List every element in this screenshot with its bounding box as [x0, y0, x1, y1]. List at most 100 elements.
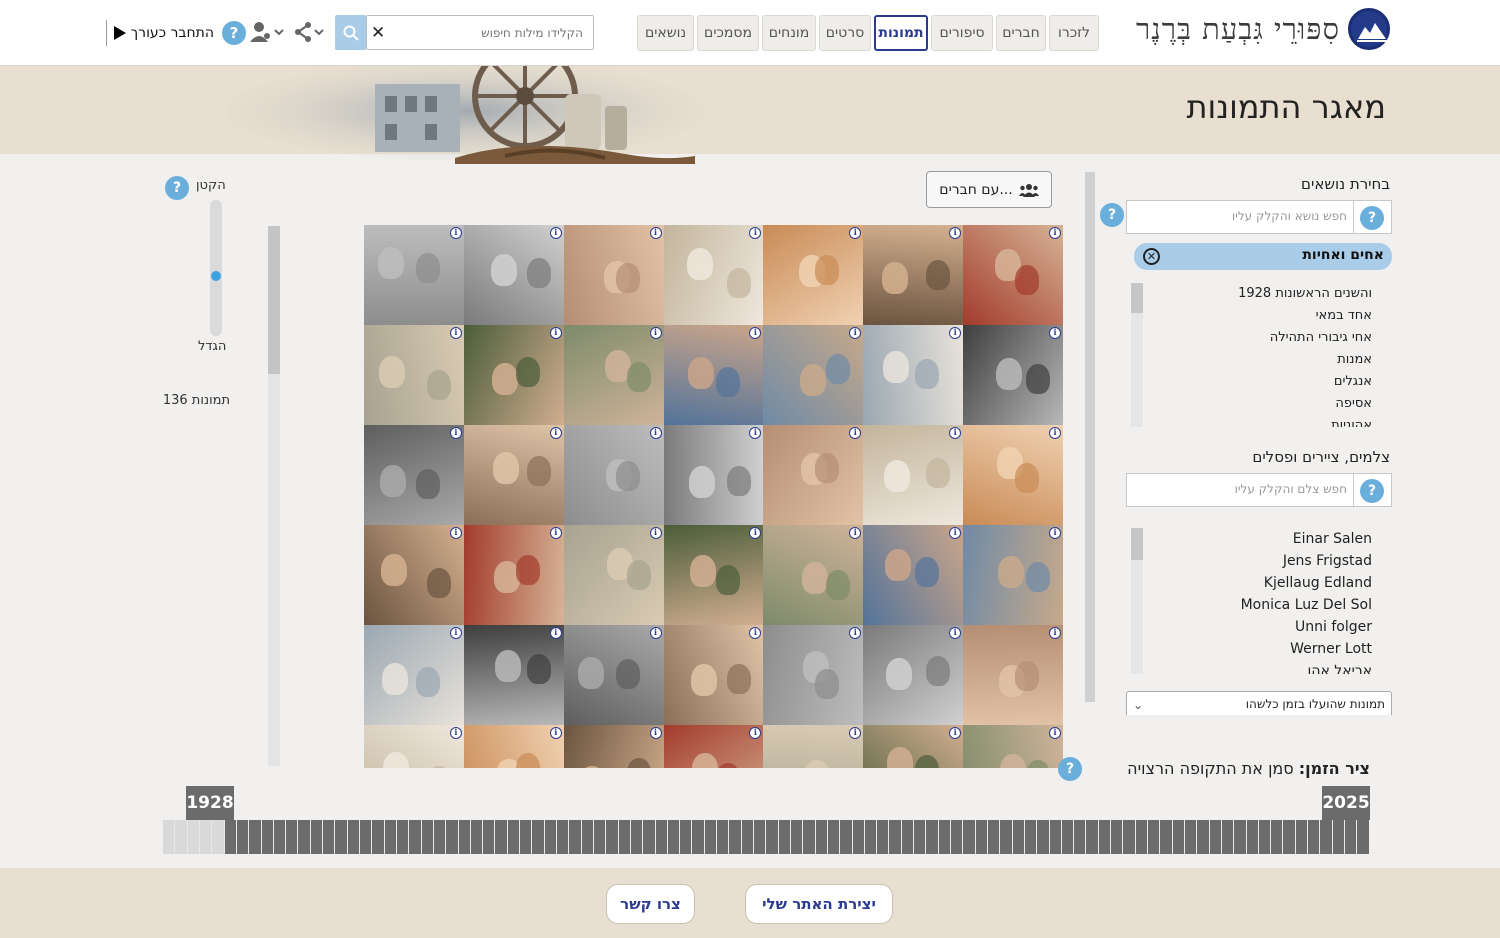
timeline-year-segment[interactable] [1295, 820, 1308, 854]
info-icon[interactable]: i [549, 327, 562, 339]
timeline-year-segment[interactable] [1148, 820, 1160, 854]
timeline-year-segment[interactable] [1345, 820, 1357, 854]
photo-thumbnail[interactable]: i [863, 225, 964, 325]
timeline-year-segment[interactable] [852, 820, 864, 854]
timeline-year-segment[interactable] [1074, 820, 1086, 854]
timeline-year-segment[interactable] [446, 820, 458, 854]
info-icon[interactable]: i [649, 627, 662, 639]
timeline-year-segment[interactable] [1012, 820, 1024, 854]
timeline-year-segment[interactable] [1160, 820, 1172, 854]
timeline-year-segment[interactable] [914, 820, 926, 854]
login-as-editor-button[interactable]: התחבר כעורך [106, 20, 214, 46]
timeline-year-segment[interactable] [655, 820, 667, 854]
grid-scroll-thumb[interactable] [268, 226, 280, 374]
info-icon[interactable]: i [749, 427, 762, 439]
with-friends-button[interactable]: עם חברים... [926, 171, 1052, 208]
timeline-year-segment[interactable] [433, 820, 446, 854]
tab-stories[interactable]: סיפורים [931, 15, 993, 51]
photo-thumbnail[interactable]: i [364, 525, 464, 625]
info-icon[interactable]: i [549, 227, 562, 239]
info-icon[interactable]: i [1049, 327, 1062, 339]
info-icon[interactable]: i [949, 427, 962, 439]
info-icon[interactable]: i [749, 327, 762, 339]
timeline-year-segment[interactable] [840, 820, 852, 854]
timeline-year-segment[interactable] [618, 820, 630, 854]
remove-topic-icon[interactable]: ✕ [1143, 248, 1160, 265]
timeline-year-segment[interactable] [1184, 820, 1197, 854]
info-icon[interactable]: i [1049, 627, 1062, 639]
topic-item[interactable]: אסיפה [1144, 393, 1372, 415]
tab-terms[interactable]: מונחים [762, 15, 816, 51]
timeline-year-segment[interactable] [1049, 820, 1061, 854]
timeline-year-segment[interactable] [273, 820, 286, 854]
create-site-button[interactable]: יצירת האתר שלי [745, 884, 893, 924]
timeline-year-segment[interactable] [249, 820, 261, 854]
timeline-year-segment[interactable] [1234, 820, 1246, 854]
question-icon[interactable]: ? [1360, 206, 1384, 230]
timeline-year-segment[interactable] [1209, 820, 1221, 854]
photo-thumbnail[interactable]: i [364, 625, 464, 725]
timeline-year-segment[interactable] [790, 820, 803, 854]
timeline-year-segment[interactable] [1332, 820, 1344, 854]
timeline-year-segment[interactable] [1197, 820, 1209, 854]
photo-thumbnail[interactable]: i [364, 725, 464, 768]
site-logo-icon[interactable] [1348, 8, 1390, 50]
zoom-help-icon[interactable]: ? [165, 176, 189, 200]
info-icon[interactable]: i [849, 727, 862, 739]
photographer-item[interactable]: Einar Salen [1144, 528, 1372, 550]
info-icon[interactable]: i [749, 227, 762, 239]
timeline-year-segment[interactable] [1357, 820, 1369, 854]
photo-thumbnail[interactable]: i [663, 525, 764, 625]
timeline-year-segment[interactable] [1221, 820, 1234, 854]
timeline-year-segment[interactable] [1320, 820, 1332, 854]
tab-members[interactable]: חברים [996, 15, 1046, 51]
info-icon[interactable]: i [949, 327, 962, 339]
info-icon[interactable]: i [849, 427, 862, 439]
timeline-year-segment[interactable] [323, 820, 335, 854]
photographer-item[interactable]: Kjellaug Edland [1144, 572, 1372, 594]
timeline-start-year[interactable]: 1928 [186, 786, 234, 820]
timeline-year-segment[interactable] [544, 820, 556, 854]
photo-thumbnail[interactable]: i [663, 625, 764, 725]
photo-thumbnail[interactable]: i [763, 325, 864, 425]
search-button[interactable] [335, 15, 366, 50]
timeline-year-segment[interactable] [470, 820, 483, 854]
photographer-item[interactable]: אריאל אהו [1144, 660, 1372, 674]
timeline-year-segment[interactable] [224, 820, 236, 854]
topic-item[interactable]: אנגלים [1144, 371, 1372, 393]
close-icon[interactable]: ✕ [371, 23, 385, 43]
timeline-year-segment[interactable] [458, 820, 470, 854]
timeline-year-segment[interactable] [606, 820, 618, 854]
timeline-year-segment[interactable] [1283, 820, 1295, 854]
timeline-year-segment[interactable] [1111, 820, 1123, 854]
info-icon[interactable]: i [649, 327, 662, 339]
timeline-year-segment[interactable] [803, 820, 815, 854]
timeline-year-segment[interactable] [864, 820, 877, 854]
timeline-year-segment[interactable] [557, 820, 569, 854]
timeline-year-segment[interactable] [963, 820, 975, 854]
share-icon[interactable] [294, 20, 326, 44]
topic-item[interactable]: אהוניות [1144, 415, 1372, 427]
topic-list-scroll-thumb[interactable] [1131, 283, 1143, 313]
info-icon[interactable]: i [649, 227, 662, 239]
photo-thumbnail[interactable]: i [963, 325, 1063, 425]
photo-thumbnail[interactable]: i [364, 425, 464, 525]
selected-topic-chip[interactable]: אחים ואחיות ✕ [1134, 243, 1392, 270]
photo-thumbnail[interactable]: i [463, 725, 564, 768]
tab-documents[interactable]: מסמכים [697, 15, 759, 51]
timeline-year-segment[interactable] [815, 820, 827, 854]
timeline-year-segment[interactable] [581, 820, 593, 854]
timeline-year-segment[interactable] [384, 820, 396, 854]
timeline-year-segment[interactable] [261, 820, 273, 854]
zoom-slider-track[interactable] [210, 200, 222, 336]
timeline-year-segment[interactable] [1098, 820, 1111, 854]
tab-topics[interactable]: נושאים [637, 15, 694, 51]
topic-item[interactable]: אחד במאי [1144, 305, 1372, 327]
photo-thumbnail[interactable]: i [663, 325, 764, 425]
tab-videos[interactable]: סרטים [819, 15, 871, 51]
timeline-year-segment[interactable] [360, 820, 372, 854]
photo-thumbnail[interactable]: i [563, 325, 664, 425]
timeline-year-segment[interactable] [741, 820, 753, 854]
info-icon[interactable]: i [1049, 727, 1062, 739]
timeline-year-segment[interactable] [729, 820, 741, 854]
